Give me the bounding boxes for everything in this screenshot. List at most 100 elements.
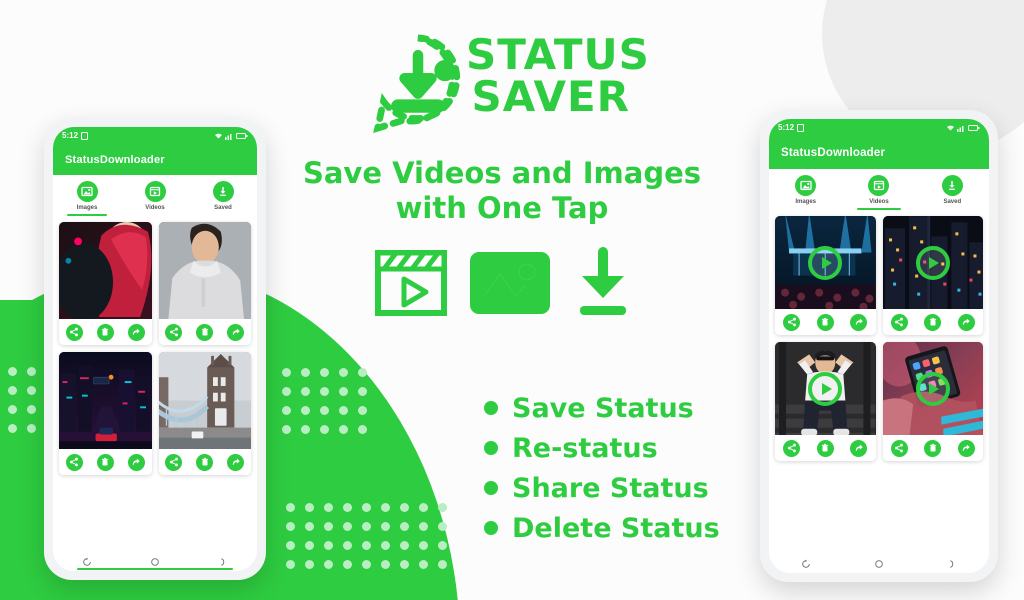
play-button-icon[interactable] [915, 371, 950, 406]
tab-label: Images [795, 199, 816, 205]
list-item: Share Status [484, 468, 784, 508]
share-icon[interactable] [890, 439, 908, 457]
phone-mockup-left: 5:12 StatusDownloader Images Videos Save… [44, 118, 266, 580]
logo-line-status: STATUS [466, 30, 650, 79]
thumbnail-hand-holding-phone[interactable] [882, 342, 983, 435]
status-card[interactable] [158, 352, 251, 475]
whatsapp-download-logo-icon [370, 32, 466, 136]
home-icon[interactable] [150, 554, 160, 566]
forward-arrow-icon[interactable] [127, 323, 145, 341]
tab-label: Videos [145, 205, 165, 211]
status-bar: 5:12 [769, 119, 989, 136]
home-indicator [77, 568, 233, 570]
bullet-label: Save Status [512, 392, 694, 424]
forward-arrow-icon[interactable] [227, 323, 245, 341]
back-icon[interactable] [947, 556, 957, 568]
download-arrow-icon [572, 246, 634, 325]
status-card[interactable] [59, 222, 152, 345]
card-actions [158, 319, 251, 345]
card-actions [775, 309, 876, 335]
status-card[interactable] [775, 342, 876, 461]
play-button-icon[interactable] [808, 245, 843, 280]
share-icon[interactable] [783, 439, 801, 457]
share-icon[interactable] [65, 453, 83, 471]
tab-bar-left: Images Videos Saved [53, 175, 257, 216]
tab-saved[interactable]: Saved [916, 175, 989, 210]
status-card[interactable] [882, 342, 983, 461]
thumbnail-man-on-stairs[interactable] [775, 342, 876, 435]
thumbnail-woman-red-hair[interactable] [59, 222, 152, 319]
trash-icon[interactable] [96, 453, 114, 471]
status-bar: 5:12 [53, 127, 257, 144]
share-icon[interactable] [165, 453, 183, 471]
play-button-icon[interactable] [915, 245, 950, 280]
share-icon[interactable] [890, 313, 908, 331]
status-grid-right [769, 210, 989, 549]
home-icon[interactable] [874, 556, 884, 568]
headline-text: Save Videos and Images with One Tap [302, 156, 702, 226]
tab-videos[interactable]: Videos [121, 181, 189, 216]
thumbnail-man-grey-hoodie[interactable] [158, 222, 251, 319]
thumbnail-tower-bridge[interactable] [158, 352, 251, 449]
status-card[interactable] [158, 222, 251, 345]
tab-label: Saved [214, 205, 232, 211]
tab-label: Images [76, 205, 98, 211]
brand-logo-text: STATUS SAVER [466, 30, 650, 121]
trash-icon[interactable] [816, 439, 834, 457]
card-actions [59, 319, 152, 345]
thumbnail-city-skyline-aerial[interactable] [882, 216, 983, 309]
back-icon[interactable] [218, 554, 228, 566]
status-card[interactable] [775, 216, 876, 335]
video-icon [144, 181, 166, 202]
trash-icon[interactable] [96, 323, 114, 341]
list-item: Delete Status [484, 508, 784, 548]
forward-arrow-icon[interactable] [850, 313, 868, 331]
trash-icon[interactable] [196, 453, 214, 471]
alarm-icon [81, 131, 89, 140]
share-icon[interactable] [65, 323, 83, 341]
tab-videos[interactable]: Videos [842, 175, 915, 210]
battery-icon [236, 132, 248, 139]
status-card[interactable] [59, 352, 152, 475]
trash-icon[interactable] [816, 313, 834, 331]
app-bar: StatusDownloader [769, 136, 989, 169]
tab-saved[interactable]: Saved [189, 181, 257, 216]
wifi-icon [215, 133, 222, 138]
list-item: Re-status [484, 428, 784, 468]
recents-icon[interactable] [801, 556, 811, 568]
promo-banner: STATUS SAVER Save Videos and Images with… [0, 0, 1024, 600]
image-icon [76, 181, 98, 202]
share-icon[interactable] [165, 323, 183, 341]
recents-icon[interactable] [82, 554, 92, 566]
wifi-icon [947, 125, 954, 130]
thumbnail-concert-stage[interactable] [775, 216, 876, 309]
forward-arrow-icon[interactable] [957, 439, 975, 457]
logo-line-saver: SAVER [471, 72, 630, 121]
download-icon [941, 175, 963, 196]
bullet-dot-icon [484, 521, 498, 535]
play-button-icon[interactable] [808, 371, 843, 406]
status-bar-time: 5:12 [778, 123, 795, 132]
forward-arrow-icon[interactable] [127, 453, 145, 471]
trash-icon[interactable] [924, 313, 942, 331]
card-actions [775, 435, 876, 461]
tab-images[interactable]: Images [53, 181, 121, 216]
trash-icon[interactable] [196, 323, 214, 341]
bullet-dot-icon [484, 401, 498, 415]
tab-label: Saved [943, 199, 962, 205]
status-grid-left [53, 216, 257, 547]
bullet-label: Re-status [512, 432, 658, 464]
brand-logo: STATUS SAVER [370, 28, 650, 144]
app-title: StatusDownloader [65, 153, 165, 166]
app-title: StatusDownloader [781, 146, 886, 159]
tab-images[interactable]: Images [769, 175, 842, 210]
share-icon[interactable] [783, 313, 801, 331]
forward-arrow-icon[interactable] [850, 439, 868, 457]
status-card[interactable] [882, 216, 983, 335]
thumbnail-neon-city-street[interactable] [59, 352, 152, 449]
forward-arrow-icon[interactable] [227, 453, 245, 471]
bullet-label: Share Status [512, 472, 709, 504]
trash-icon[interactable] [924, 439, 942, 457]
forward-arrow-icon[interactable] [957, 313, 975, 331]
phone-mockup-right: 5:12 StatusDownloader Images Videos Save… [760, 110, 998, 582]
